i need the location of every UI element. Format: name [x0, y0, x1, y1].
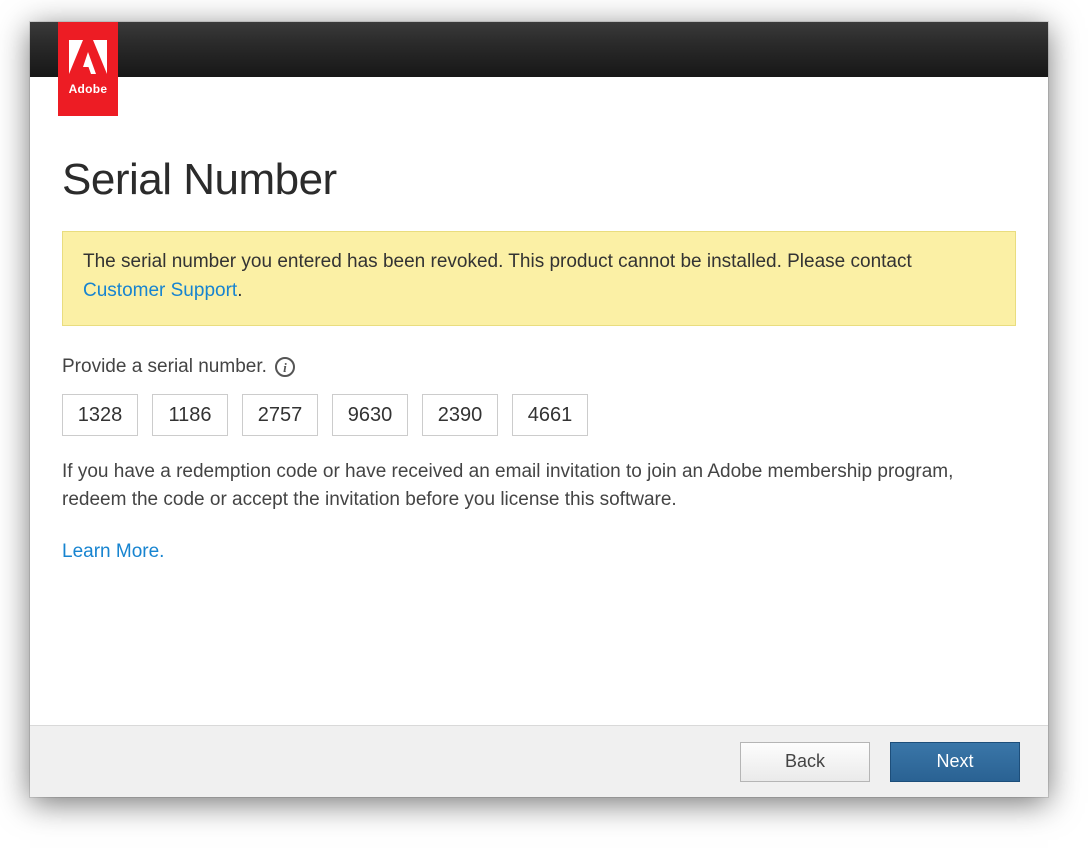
back-button[interactable]: Back: [740, 742, 870, 782]
footer: Back Next: [30, 725, 1048, 797]
serial-prompt-label: Provide a serial number.: [62, 356, 267, 378]
serial-input-row: [62, 394, 1016, 436]
installer-window: Adobe Serial Number The serial number yo…: [30, 22, 1048, 797]
serial-field-2[interactable]: [152, 394, 228, 436]
content-area: Serial Number The serial number you ente…: [30, 77, 1048, 725]
info-icon[interactable]: i: [275, 357, 295, 377]
titlebar: Adobe: [30, 22, 1048, 77]
serial-field-1[interactable]: [62, 394, 138, 436]
serial-field-4[interactable]: [332, 394, 408, 436]
alert-text-before: The serial number you entered has been r…: [83, 251, 912, 272]
serial-field-5[interactable]: [422, 394, 498, 436]
customer-support-link[interactable]: Customer Support: [83, 280, 237, 301]
revoked-alert: The serial number you entered has been r…: [62, 231, 1016, 326]
next-button[interactable]: Next: [890, 742, 1020, 782]
page-title: Serial Number: [62, 155, 1016, 205]
serial-prompt-row: Provide a serial number. i: [62, 356, 1016, 378]
learn-more-link[interactable]: Learn More.: [62, 541, 1016, 563]
serial-field-6[interactable]: [512, 394, 588, 436]
redemption-help-text: If you have a redemption code or have re…: [62, 458, 1012, 513]
adobe-a-icon: [69, 40, 107, 74]
alert-text-after: .: [237, 280, 242, 301]
serial-field-3[interactable]: [242, 394, 318, 436]
